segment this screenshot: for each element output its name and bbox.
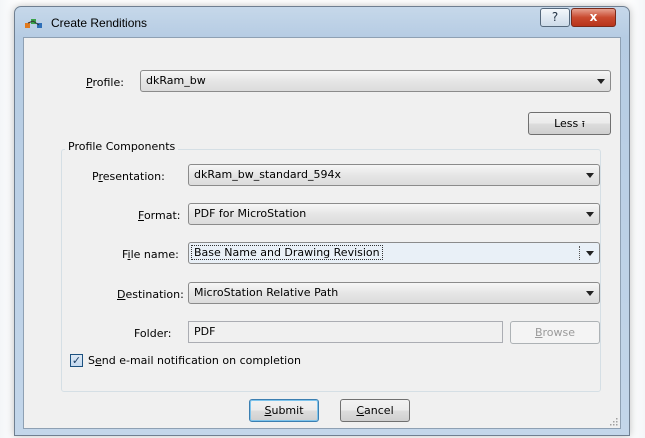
chevron-down-icon [586, 173, 594, 178]
file-name-label-b: le name: [130, 248, 179, 261]
checkmark-icon: ✓ [71, 354, 82, 367]
destination-label-text: estination: [125, 288, 184, 301]
chevron-down-icon [586, 291, 594, 296]
profile-components-title: Profile Components [65, 140, 179, 153]
email-notification-label[interactable]: Send e-mail notification on completion [88, 354, 301, 367]
resize-grip-icon[interactable] [608, 416, 618, 426]
submit-button[interactable]: Submit [249, 399, 319, 422]
dialog-client-area: Profile: dkRam_bw Less ⭱ Profile Compone… [23, 37, 621, 429]
cancel-button[interactable]: Cancel [340, 399, 410, 422]
create-renditions-dialog: Create Renditions ? x Profile: dkRam_bw … [14, 6, 630, 436]
format-value: PDF for MicroStation [194, 207, 307, 220]
folder-value: PDF [194, 325, 216, 338]
cancel-label-mnemonic: C [356, 404, 365, 417]
profile-value: dkRam_bw [146, 74, 206, 87]
destination-value: MicroStation Relative Path [194, 286, 339, 299]
close-icon: x [589, 10, 598, 24]
submit-label-text: ubmit [271, 404, 304, 417]
chevron-down-icon [586, 251, 594, 256]
presentation-label: Presentation: [92, 170, 165, 183]
folder-label: Folder: [134, 327, 172, 340]
less-button[interactable]: Less ⭱ [528, 112, 611, 135]
presentation-value: dkRam_bw_standard_594x [194, 168, 341, 181]
browse-button[interactable]: Browse [510, 321, 600, 344]
renditions-app-icon [25, 19, 42, 28]
email-label-a: S [88, 354, 95, 367]
presentation-label-b: esentation: [102, 170, 165, 183]
presentation-dropdown[interactable]: dkRam_bw_standard_594x [188, 164, 600, 186]
format-label-text: ormat: [143, 209, 181, 222]
chevron-down-icon [586, 212, 594, 217]
window-title: Create Renditions [51, 16, 148, 30]
file-name-label: File name: [122, 248, 179, 261]
chevron-down-icon [597, 79, 605, 84]
chevron-up-icon: ⭱ [581, 120, 585, 130]
browse-label-mnemonic: B [534, 326, 543, 339]
help-button[interactable]: ? [540, 8, 570, 27]
profile-dropdown[interactable]: dkRam_bw [140, 70, 611, 92]
profile-label: Profile: [86, 76, 124, 89]
title-bar[interactable]: Create Renditions ? x [15, 7, 629, 37]
email-label-mnemonic: e [94, 354, 102, 367]
profile-label-text: rofile: [92, 76, 124, 89]
focus-separator [579, 246, 580, 260]
help-icon: ? [551, 10, 559, 24]
format-label: Format: [138, 209, 180, 222]
destination-label: Destination: [117, 288, 184, 301]
less-label: Less [554, 117, 579, 130]
destination-dropdown[interactable]: MicroStation Relative Path [188, 282, 600, 304]
email-notification-checkbox[interactable]: ✓ [70, 354, 83, 367]
email-label-b: nd e-mail notification on completion [101, 354, 301, 367]
file-name-dropdown[interactable]: Base Name and Drawing Revision [188, 242, 600, 264]
cancel-label-text: ancel [364, 404, 394, 417]
folder-field[interactable]: PDF [188, 321, 503, 343]
close-button[interactable]: x [571, 8, 616, 27]
format-dropdown[interactable]: PDF for MicroStation [188, 203, 600, 225]
browse-label-text: rowse [542, 326, 576, 339]
file-name-value: Base Name and Drawing Revision [191, 245, 383, 260]
